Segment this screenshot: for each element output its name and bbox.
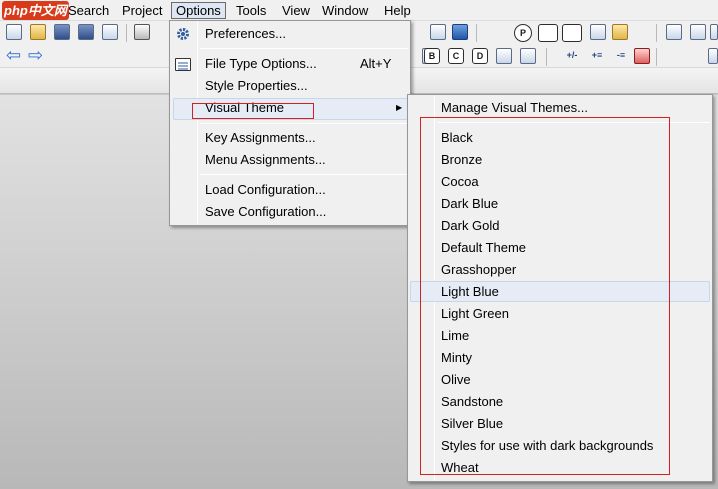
forward-arrow-icon[interactable]: ⇨ [28, 46, 43, 64]
menu-project[interactable]: Project [118, 2, 166, 19]
menu-bar: php中文网 Search Project Options Tools View… [0, 0, 718, 21]
expand-view-icon[interactable] [538, 24, 558, 42]
theme-item-silver-blue[interactable]: Silver Blue [441, 413, 503, 435]
options-menu: Preferences... File Type Options... Alt+… [169, 20, 411, 226]
open-folder-icon[interactable] [30, 24, 46, 40]
folder-view-icon[interactable] [496, 48, 512, 64]
gear-icon [175, 26, 191, 42]
file-type-options-shortcut: Alt+Y [360, 56, 392, 71]
toolbar-separator [476, 24, 477, 42]
key-assignments-item[interactable]: Key Assignments... [205, 127, 316, 149]
star-bookmark-icon[interactable] [452, 24, 468, 40]
letter-c-button[interactable]: C [448, 48, 464, 64]
overflow-icon[interactable] [710, 24, 718, 40]
theme-item-light-green[interactable]: Light Green [441, 303, 509, 325]
back-arrow-icon[interactable]: ⇦ [6, 46, 21, 64]
save-all-icon[interactable] [78, 24, 94, 40]
hand-icon[interactable] [666, 24, 682, 40]
theme-item-minty[interactable]: Minty [441, 347, 472, 369]
document-s-icon[interactable] [590, 24, 606, 40]
close-x-icon[interactable] [634, 48, 650, 64]
delete-line-icon[interactable]: -≡ [612, 48, 630, 64]
file-type-list-icon [175, 58, 191, 71]
menu-separator [200, 123, 408, 124]
theme-item-bronze[interactable]: Bronze [441, 149, 482, 171]
overflow-icon[interactable] [708, 48, 718, 64]
file-type-options-item[interactable]: File Type Options... [205, 53, 317, 75]
preferences-item[interactable]: Preferences... [205, 23, 286, 45]
import-icon[interactable] [612, 24, 628, 40]
menu-icon-gutter [197, 21, 198, 225]
menu-separator [438, 122, 710, 123]
menu-separator [200, 174, 408, 175]
visual-theme-submenu: Manage Visual Themes... Black Bronze Coc… [407, 94, 713, 482]
theme-item-dark-backgrounds[interactable]: Styles for use with dark backgrounds [441, 435, 653, 457]
load-configuration-item[interactable]: Load Configuration... [205, 179, 326, 201]
theme-item-default-theme[interactable]: Default Theme [441, 237, 526, 259]
submenu-arrow-icon: ▶ [396, 103, 403, 112]
toolbar-separator [126, 24, 127, 42]
theme-item-dark-gold[interactable]: Dark Gold [441, 215, 500, 237]
menu-help[interactable]: Help [380, 2, 415, 19]
letter-d-button[interactable]: D [472, 48, 488, 64]
new-file-icon[interactable] [6, 24, 22, 40]
insert-line-icon[interactable]: +≡ [588, 48, 606, 64]
menu-tools[interactable]: Tools [232, 2, 270, 19]
theme-item-dark-blue[interactable]: Dark Blue [441, 193, 498, 215]
theme-item-light-blue[interactable]: Light Blue [441, 281, 499, 303]
list-view-icon[interactable] [520, 48, 536, 64]
p-button-icon[interactable]: P [514, 24, 532, 42]
letter-b-button[interactable]: B [424, 48, 440, 64]
menu-view[interactable]: View [278, 2, 314, 19]
save-configuration-item[interactable]: Save Configuration... [205, 201, 326, 223]
menu-window[interactable]: Window [318, 2, 372, 19]
window-icon[interactable] [430, 24, 446, 40]
manage-visual-themes-item[interactable]: Manage Visual Themes... [441, 97, 588, 119]
theme-item-lime[interactable]: Lime [441, 325, 469, 347]
toolbar-separator [656, 48, 657, 66]
menu-separator [200, 48, 408, 49]
yo-icon[interactable] [690, 24, 706, 40]
theme-item-olive[interactable]: Olive [441, 369, 471, 391]
theme-item-wheat[interactable]: Wheat [441, 457, 479, 479]
toolbar-separator [546, 48, 547, 66]
menu-search[interactable]: Search [64, 2, 113, 19]
toolbar-separator [656, 24, 657, 42]
copy-files-icon[interactable] [102, 24, 118, 40]
site-logo-watermark: php中文网 [2, 1, 69, 20]
style-properties-item[interactable]: Style Properties... [205, 75, 308, 97]
theme-item-grasshopper[interactable]: Grasshopper [441, 259, 516, 281]
theme-item-sandstone[interactable]: Sandstone [441, 391, 503, 413]
visual-theme-item[interactable]: Visual Theme [205, 97, 284, 119]
plus-minus-icon[interactable]: +/- [562, 48, 582, 64]
theme-item-black[interactable]: Black [441, 127, 473, 149]
menu-assignments-item[interactable]: Menu Assignments... [205, 149, 326, 171]
save-icon[interactable] [54, 24, 70, 40]
print-icon[interactable] [134, 24, 150, 40]
menu-options[interactable]: Options [171, 2, 226, 19]
split-view-icon[interactable] [562, 24, 582, 42]
theme-item-cocoa[interactable]: Cocoa [441, 171, 479, 193]
